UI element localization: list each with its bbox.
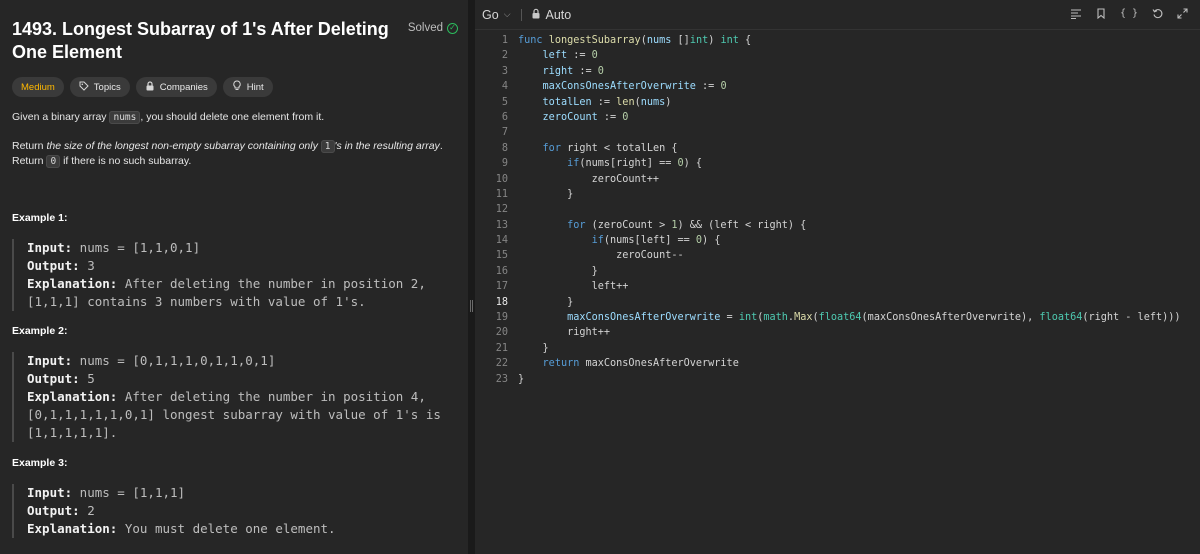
difficulty-tag: Medium <box>12 77 64 97</box>
companies-label: Companies <box>159 81 208 93</box>
code-line: 9 if(nums[right] == 0) { <box>501 158 703 170</box>
check-circle-icon: ✓ <box>447 22 458 34</box>
code-line: 2 left := 0 <box>501 50 598 62</box>
code-line: 5 totalLen := len(nums) <box>501 96 672 108</box>
code-line: 7 <box>501 127 508 139</box>
code-line: 6 zeroCount := 0 <box>501 111 629 123</box>
inline-code: 1 <box>320 140 335 153</box>
expand-icon[interactable] <box>1177 8 1188 22</box>
example-3-heading: Example 3: <box>12 457 68 469</box>
example-3-block: Input: nums = [1,1,1] Output: 2 Explanat… <box>12 484 452 538</box>
language-select[interactable]: Go ⌵ <box>482 8 511 22</box>
title-row: 1493. Longest Subarray of 1's After Dele… <box>12 18 462 64</box>
code-line: 16 } <box>495 265 598 277</box>
reset-icon[interactable] <box>1152 8 1163 22</box>
lightbulb-icon <box>232 80 242 94</box>
code-editor[interactable]: 1 func longestSubarray(nums []int) int { … <box>475 33 1200 387</box>
toolbar-actions: { } <box>1070 8 1188 22</box>
code-line: 20 right++ <box>495 327 611 339</box>
drag-handle-icon <box>470 300 473 312</box>
problem-description: Given a binary array nums, you should de… <box>12 110 462 181</box>
code-editor-panel: Go ⌵ Auto { } 1 func longestSubarray(num… <box>475 0 1200 554</box>
code-line: 4 maxConsOnesAfterOverwrite := 0 <box>501 81 727 93</box>
topics-button[interactable]: Topics <box>69 77 130 97</box>
example-1-heading: Example 1: <box>12 212 68 224</box>
solved-label: Solved <box>407 22 443 34</box>
hint-button[interactable]: Hint <box>222 77 273 97</box>
lock-icon <box>531 8 541 22</box>
toolbar-divider <box>520 8 522 21</box>
editor-toolbar: Go ⌵ Auto { } <box>475 0 1200 30</box>
code-line: 23} <box>495 373 525 385</box>
braces-icon[interactable]: { } <box>1120 8 1138 22</box>
code-line: 22 return maxConsOnesAfterOverwrite <box>495 358 739 370</box>
example-2-heading: Example 2: <box>12 325 68 337</box>
description-paragraph-2: Return the size of the longest non-empty… <box>12 140 443 168</box>
code-line: 15 zeroCount-- <box>495 250 684 262</box>
tag-icon <box>79 81 89 94</box>
code-line: 8 for right < totalLen { <box>501 142 678 154</box>
chevron-down-icon: ⌵ <box>503 9 511 19</box>
hint-label: Hint <box>246 81 264 93</box>
code-line: 17 left++ <box>495 281 629 293</box>
auto-label: Auto <box>545 7 572 22</box>
difficulty-label: Medium <box>21 81 55 93</box>
inline-code: nums <box>109 111 141 124</box>
code-line: 13 for (zeroCount > 1) && (left < right)… <box>495 219 807 231</box>
solved-badge: Solved ✓ <box>408 22 458 34</box>
example-1-block: Input: nums = [1,1,0,1] Output: 3 Explan… <box>12 239 452 311</box>
bookmark-icon[interactable] <box>1096 8 1106 22</box>
example-2-block: Input: nums = [0,1,1,1,0,1,1,0,1] Output… <box>12 352 452 442</box>
code-line: 1 func longestSubarray(nums []int) int { <box>501 35 752 46</box>
auto-mode[interactable]: Auto <box>531 7 572 22</box>
description-paragraph-1: Given a binary array nums, you should de… <box>12 111 325 124</box>
inline-code: 0 <box>46 155 61 168</box>
format-icon[interactable] <box>1070 8 1082 22</box>
code-line: 19 maxConsOnesAfterOverwrite = int(math.… <box>495 312 1181 324</box>
tag-row: Medium Topics Companies Hint <box>12 77 273 97</box>
lock-icon <box>145 80 155 94</box>
description-panel: 1493. Longest Subarray of 1's After Dele… <box>0 0 468 554</box>
code-line: 14 if(nums[left] == 0) { <box>495 235 721 247</box>
code-line: 10 zeroCount++ <box>495 173 660 185</box>
code-line: 18 } <box>495 296 574 308</box>
panel-splitter[interactable] <box>468 0 475 554</box>
code-line: 11 } <box>495 188 574 200</box>
code-line: 21 } <box>495 342 549 354</box>
code-line: 3 right := 0 <box>501 65 604 77</box>
companies-button[interactable]: Companies <box>135 77 217 97</box>
problem-title[interactable]: 1493. Longest Subarray of 1's After Dele… <box>12 18 402 64</box>
topics-label: Topics <box>93 81 121 93</box>
code-line: 12 <box>495 204 508 216</box>
language-label: Go <box>482 7 499 22</box>
